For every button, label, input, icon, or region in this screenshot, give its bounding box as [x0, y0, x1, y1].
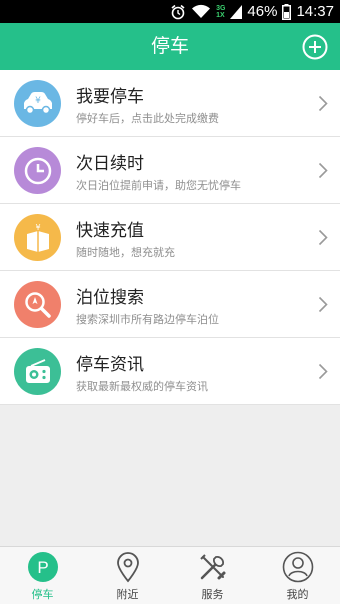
chevron-right-icon [318, 296, 328, 313]
chevron-right-icon [318, 162, 328, 179]
tools-icon [199, 554, 225, 580]
menu-item-subtitle: 获取最新最权威的停车资讯 [76, 380, 208, 393]
tab-label: 停车 [31, 588, 54, 601]
alarm-icon [171, 4, 185, 19]
add-icon[interactable] [302, 34, 328, 60]
parking-icon: P [27, 552, 58, 582]
radio-icon [25, 358, 50, 383]
car-payment-icon: ¥ [23, 91, 52, 114]
menu-icon-circle: ¥ [14, 80, 61, 127]
svg-text:P: P [37, 558, 48, 577]
menu-item-subtitle: 停好车后，点击此处完成缴费 [76, 112, 219, 125]
menu-icon-circle [14, 147, 61, 194]
signal-icon [230, 4, 243, 19]
gift-box-icon: ¥ [26, 223, 49, 252]
tab-services[interactable]: 服务 [170, 547, 255, 604]
svg-text:¥: ¥ [35, 96, 41, 106]
menu-item-title: 泊位搜索 [76, 288, 144, 308]
tab-nearby[interactable]: 附近 [85, 547, 170, 604]
chevron-right-icon [318, 229, 328, 246]
battery-icon [282, 3, 292, 20]
chevron-right-icon [318, 95, 328, 112]
menu-item-berth-search[interactable]: 泊位搜索 搜索深圳市所有路边停车泊位 [0, 271, 340, 338]
menu-item-subtitle: 搜索深圳市所有路边停车泊位 [76, 313, 219, 326]
menu-icon-circle [14, 281, 61, 328]
menu-item-title: 停车资讯 [76, 355, 144, 375]
tab-label: 附近 [116, 588, 139, 601]
menu-item-title: 我要停车 [76, 87, 144, 107]
menu-item-title: 次日续时 [76, 154, 144, 174]
menu-item-quick-recharge[interactable]: ¥ 快速充值 随时随地，想充就充 [0, 204, 340, 271]
tab-label: 我的 [286, 588, 309, 601]
clock: 14:37 [296, 3, 334, 20]
menu-icon-circle: ¥ [14, 214, 61, 261]
search-icon [24, 291, 51, 318]
svg-text:¥: ¥ [35, 223, 40, 232]
battery-percent: 46% [247, 3, 278, 20]
menu-list: ¥ 我要停车 停好车后，点击此处完成缴费 次日续时 次日泊位提前申请，助您无忧停… [0, 70, 340, 405]
network-type: 3G 1X [216, 4, 226, 19]
menu-item-title: 快速充值 [76, 221, 144, 241]
tab-label: 服务 [201, 588, 224, 601]
wifi-icon [192, 4, 211, 18]
app-header: 停车 [0, 23, 340, 70]
menu-item-pay-parking[interactable]: ¥ 我要停车 停好车后，点击此处完成缴费 [0, 70, 340, 137]
menu-item-parking-news[interactable]: 停车资讯 获取最新最权威的停车资讯 [0, 338, 340, 405]
user-icon [282, 551, 313, 583]
menu-icon-circle [14, 348, 61, 395]
location-pin-icon [116, 552, 139, 583]
status-bar: 3G 1X 46% 14:37 [0, 0, 340, 23]
menu-item-next-day-extend[interactable]: 次日续时 次日泊位提前申请，助您无忧停车 [0, 137, 340, 204]
clock-icon [24, 157, 51, 184]
bottom-tab-bar: P 停车 附近 服务 我的 [0, 546, 340, 604]
tab-parking[interactable]: P 停车 [0, 547, 85, 604]
menu-item-subtitle: 次日泊位提前申请，助您无忧停车 [76, 179, 241, 192]
menu-item-subtitle: 随时随地，想充就充 [76, 246, 175, 259]
tab-mine[interactable]: 我的 [255, 547, 340, 604]
page-title: 停车 [150, 35, 189, 57]
chevron-right-icon [318, 363, 328, 380]
